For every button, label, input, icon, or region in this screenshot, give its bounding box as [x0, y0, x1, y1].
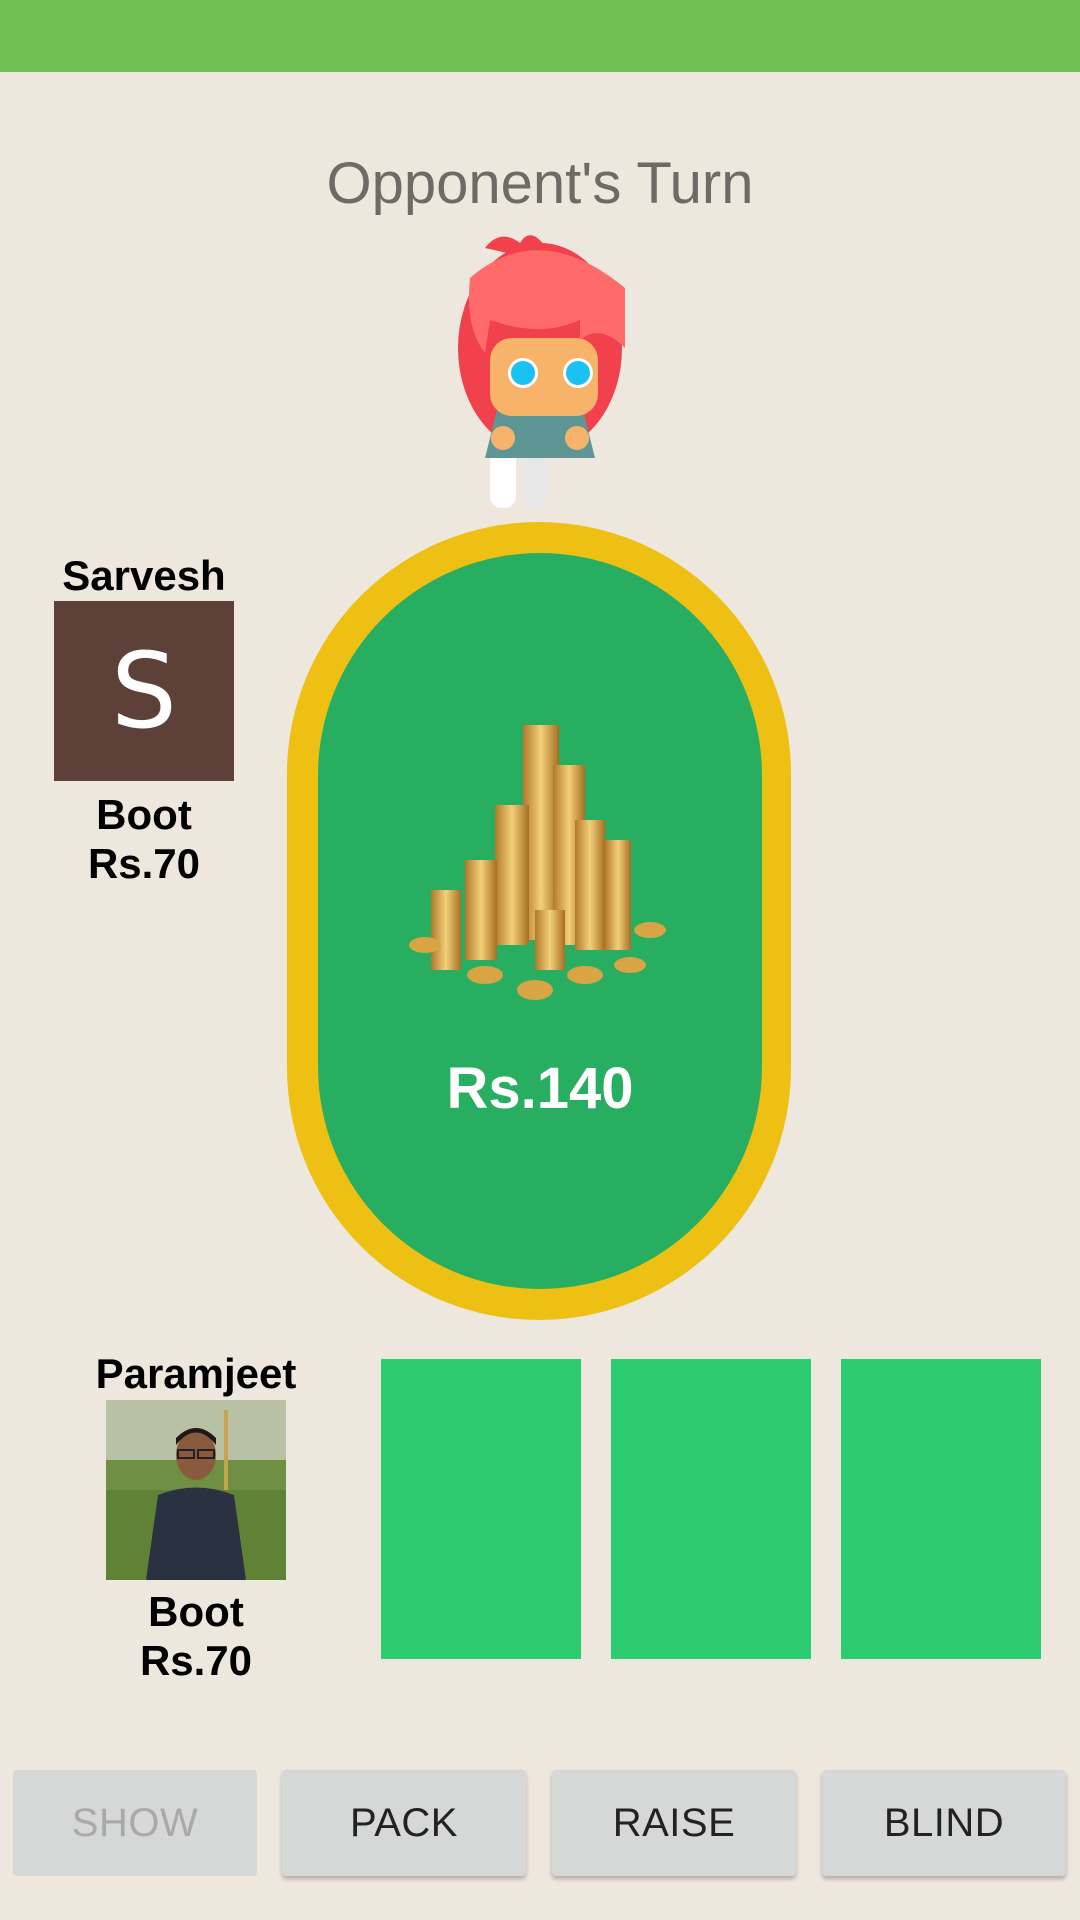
player-photo-icon [106, 1400, 286, 1580]
player-card-2[interactable] [611, 1359, 811, 1659]
opponent-initial: S [110, 630, 177, 752]
pot-amount: Rs.140 [446, 1056, 634, 1121]
player-avatar [106, 1400, 286, 1580]
opponent-avatar: S [54, 601, 234, 781]
opponent-bet-amount: Rs.70 [87, 840, 201, 887]
turn-indicator: Opponent's Turn [326, 151, 754, 216]
opponent-bet-info: Boot Rs.70 [44, 790, 244, 888]
status-bar [0, 0, 1080, 72]
player-card-1[interactable] [381, 1359, 581, 1659]
player-bet-label: Boot [148, 1588, 244, 1635]
coin-stack-icon [409, 725, 666, 1000]
opponent-name: Sarvesh [62, 552, 226, 599]
show-button[interactable]: SHOW [13, 1770, 257, 1876]
player-name: Paramjeet [95, 1350, 297, 1397]
player-bet-amount: Rs.70 [139, 1637, 253, 1684]
opponent-bet-label: Boot [96, 791, 192, 838]
blind-button[interactable]: BLIND [822, 1770, 1066, 1876]
dealer-avatar-icon [458, 235, 625, 508]
player-bet-info: Boot Rs.70 [86, 1587, 306, 1685]
pack-button[interactable]: PACK [282, 1770, 526, 1876]
raise-button[interactable]: RAISE [552, 1770, 796, 1876]
player-card-3[interactable] [841, 1359, 1041, 1659]
